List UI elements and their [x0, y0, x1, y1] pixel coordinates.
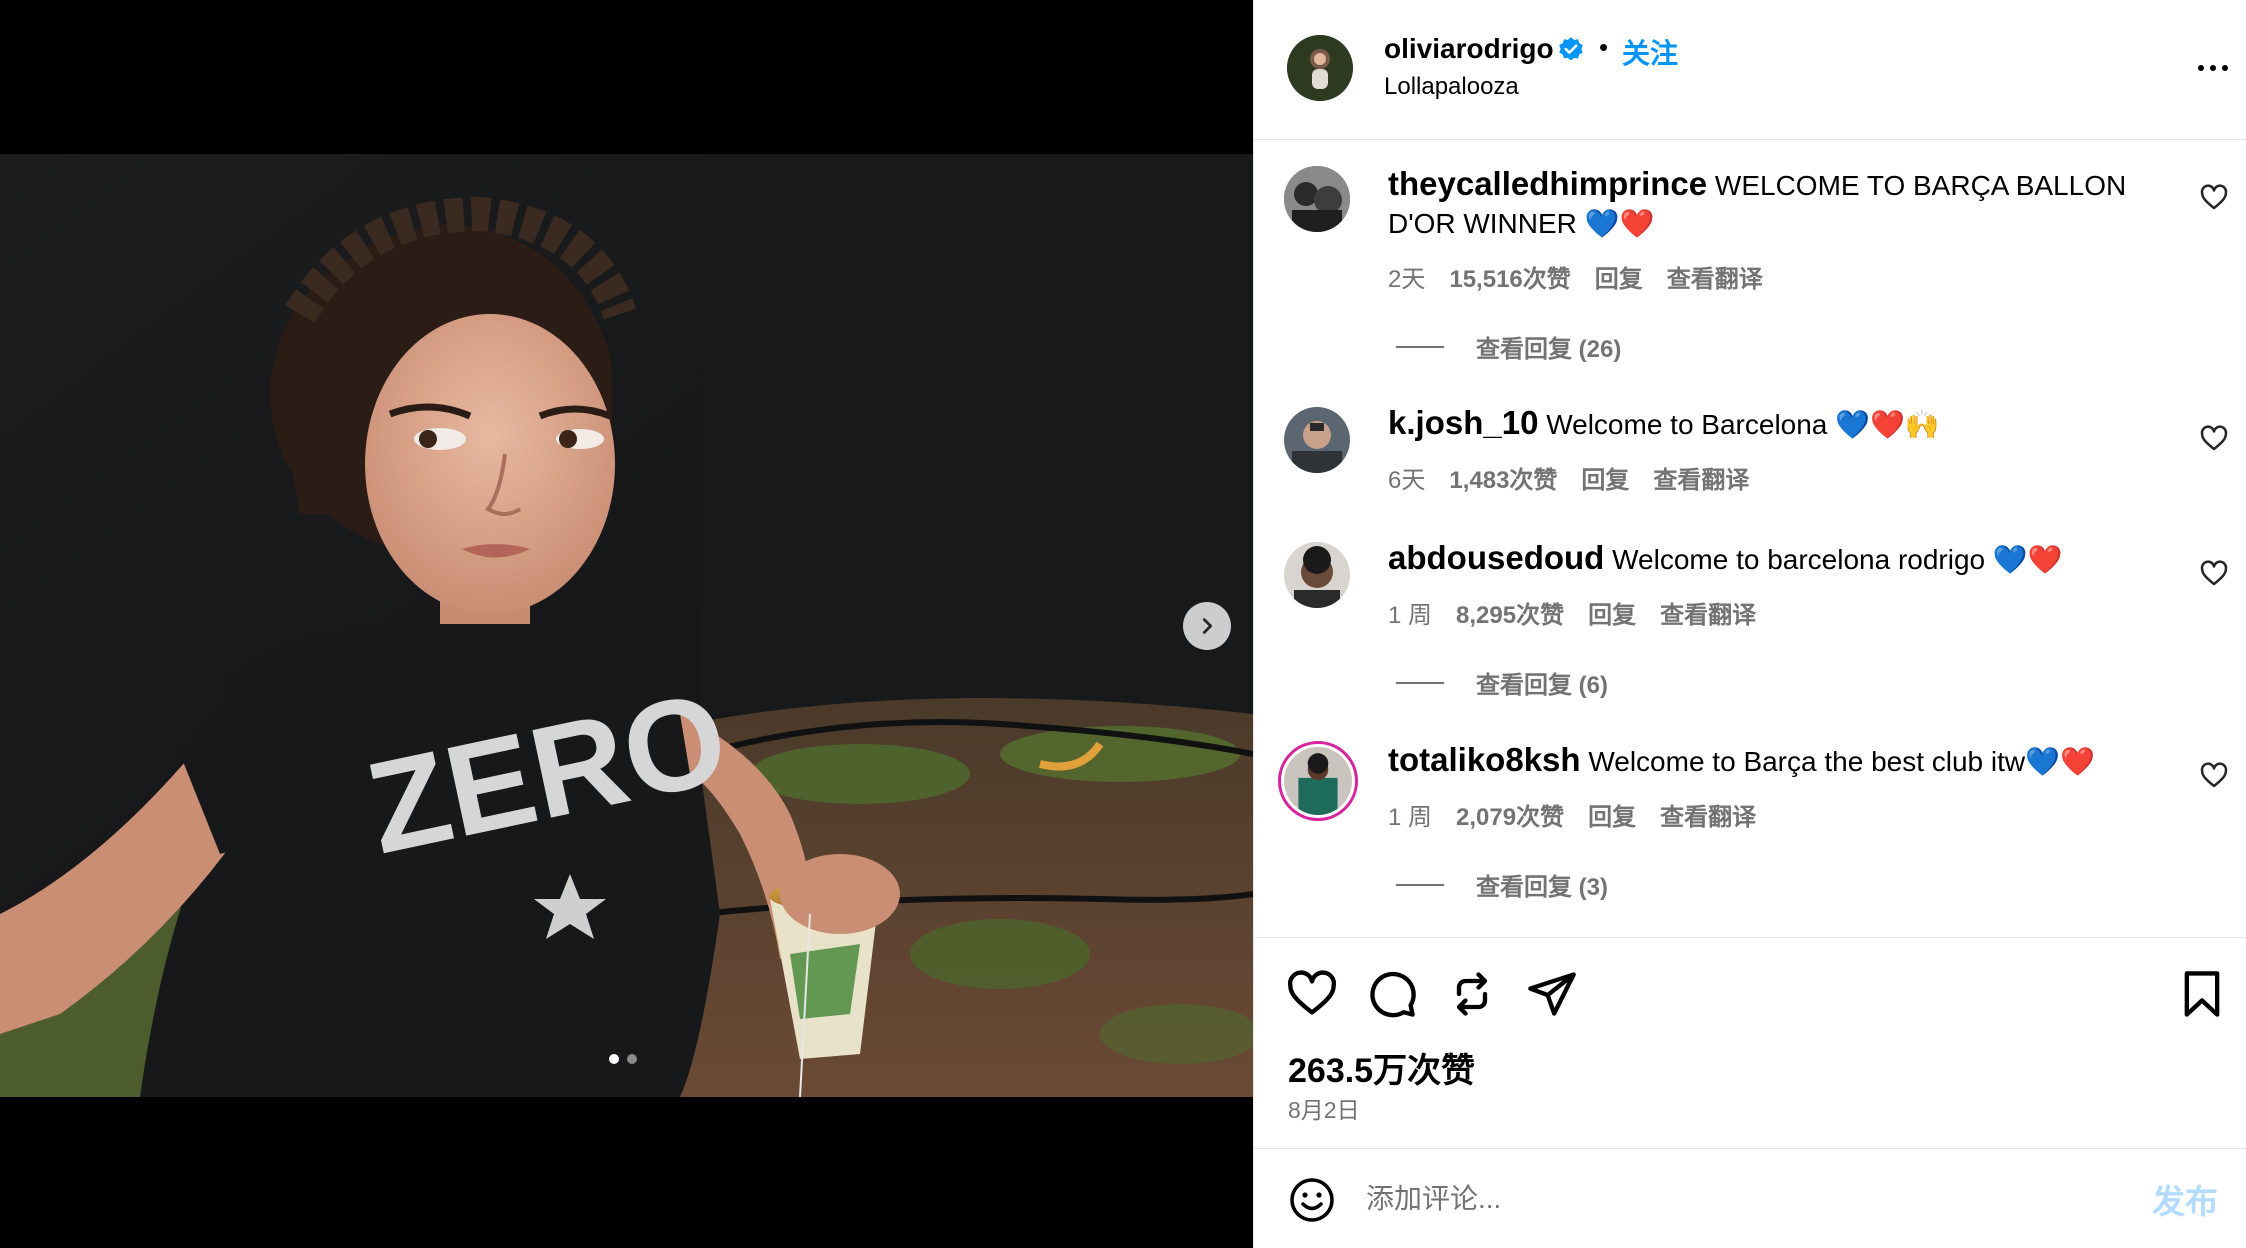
carousel-dot-2	[627, 1054, 637, 1064]
more-dot	[2210, 65, 2216, 71]
comment-like-heart-icon[interactable]	[2199, 424, 2229, 454]
chevron-right-icon	[1202, 618, 1213, 634]
author-avatar-image	[1287, 35, 1353, 101]
comment-likes[interactable]: 1,483次赞	[1449, 460, 1557, 495]
comment-input[interactable]	[1366, 1179, 2046, 1219]
comment-translate-button[interactable]: 查看翻译	[1653, 460, 1749, 495]
commenter-avatar-story-ring[interactable]	[1278, 741, 1358, 821]
comment-username[interactable]: totaliko8ksh	[1388, 741, 1581, 778]
post-panel: oliviarodrigo • 关注 Lollapalooza theycall…	[1253, 0, 2246, 1248]
comment-list: theycalledhimprince WELCOME TO BARÇA BAL…	[1254, 141, 2246, 937]
replies-line	[1396, 883, 1444, 886]
comment-likes[interactable]: 15,516次赞	[1449, 259, 1570, 294]
commenter-avatar[interactable]	[1284, 542, 1350, 608]
comment-username[interactable]: k.josh_10	[1388, 404, 1538, 441]
comment-text: Welcome to Barcelona 💙❤️🙌	[1546, 409, 1940, 440]
more-options-icon[interactable]	[2198, 56, 2234, 80]
post-location[interactable]: Lollapalooza	[1384, 73, 1519, 101]
comment-meta: 6天 1,483次赞 回复 查看翻译	[1388, 460, 1749, 495]
commenter-avatar-image	[1284, 407, 1350, 473]
comment-age[interactable]: 2天	[1388, 259, 1425, 294]
commenter-avatar[interactable]	[1284, 407, 1350, 473]
post-photo: ZERO	[0, 154, 1253, 1097]
post-actions: 263.5万次赞 8月2日	[1254, 937, 2246, 1148]
more-dot	[2222, 65, 2228, 71]
comment-text: Welcome to barcelona rodrigo 💙❤️	[1612, 544, 2063, 575]
emoji-icon[interactable]	[1288, 1176, 1336, 1224]
carousel-next-button[interactable]	[1183, 602, 1231, 650]
comment-icon[interactable]	[1366, 968, 1418, 1020]
view-replies-button[interactable]: 查看回复 (6)	[1396, 665, 1608, 700]
comment-text: Welcome to Barça the best club itw💙❤️	[1588, 746, 2095, 777]
commenter-avatar[interactable]	[1284, 166, 1350, 232]
comment-reply-button[interactable]: 回复	[1581, 460, 1629, 495]
comment-reply-button[interactable]: 回复	[1595, 259, 1643, 294]
comment-age[interactable]: 6天	[1388, 460, 1425, 495]
comment-like-heart-icon[interactable]	[2199, 761, 2229, 791]
comment-composer: 发布	[1254, 1148, 2246, 1248]
comment-username[interactable]: theycalledhimprince	[1388, 165, 1707, 202]
more-dot	[2198, 65, 2204, 71]
commenter-avatar-image	[1284, 542, 1350, 608]
repost-icon[interactable]	[1446, 968, 1498, 1020]
comment-likes[interactable]: 8,295次赞	[1456, 595, 1564, 630]
view-replies-button[interactable]: 查看回复 (26)	[1396, 329, 1621, 364]
carousel-indicator	[609, 1054, 637, 1064]
post-date[interactable]: 8月2日	[1288, 1091, 1360, 1125]
carousel-dot-1	[609, 1054, 619, 1064]
comment-like-heart-icon[interactable]	[2199, 559, 2229, 589]
media-viewer: ZERO	[0, 0, 1253, 1248]
comment-translate-button[interactable]: 查看翻译	[1660, 797, 1756, 832]
view-replies-label: 查看回复 (3)	[1476, 874, 1608, 901]
bookmark-icon[interactable]	[2176, 968, 2228, 1020]
verified-badge-icon	[1559, 37, 1583, 61]
follow-button[interactable]: 关注	[1622, 32, 1678, 72]
comment-meta: 1 周 2,079次赞 回复 查看翻译	[1388, 797, 1756, 832]
commenter-avatar-image	[1284, 166, 1350, 232]
post-comment-button[interactable]: 发布	[2152, 1175, 2218, 1223]
author-avatar[interactable]	[1287, 35, 1353, 101]
post-header: oliviarodrigo • 关注 Lollapalooza	[1254, 0, 2246, 140]
comment-like-heart-icon[interactable]	[2199, 183, 2229, 213]
view-replies-button[interactable]: 查看回复 (3)	[1396, 867, 1608, 902]
comment-meta: 2天 15,516次赞 回复 查看翻译	[1388, 259, 1763, 294]
post-likes-count[interactable]: 263.5万次赞	[1288, 1043, 1475, 1092]
author-username[interactable]: oliviarodrigo	[1384, 33, 1554, 65]
view-replies-label: 查看回复 (26)	[1476, 336, 1622, 363]
post-photo-illustration: ZERO	[0, 154, 1253, 1097]
comment-translate-button[interactable]: 查看翻译	[1660, 595, 1756, 630]
commenter-avatar-image	[1284, 747, 1352, 815]
share-icon[interactable]	[1526, 968, 1578, 1020]
replies-line	[1396, 681, 1444, 684]
comment-username[interactable]: abdousedoud	[1388, 539, 1604, 576]
comment-body: k.josh_10 Welcome to Barcelona 💙❤️🙌	[1388, 404, 2148, 444]
comment-age[interactable]: 1 周	[1388, 797, 1432, 832]
comment-body: abdousedoud Welcome to barcelona rodrigo…	[1388, 539, 2148, 579]
header-separator: •	[1599, 32, 1609, 62]
comment-reply-button[interactable]: 回复	[1588, 797, 1636, 832]
comment-age[interactable]: 1 周	[1388, 595, 1432, 630]
comment-likes[interactable]: 2,079次赞	[1456, 797, 1564, 832]
comment-translate-button[interactable]: 查看翻译	[1667, 259, 1763, 294]
comment-reply-button[interactable]: 回复	[1588, 595, 1636, 630]
view-replies-label: 查看回复 (6)	[1476, 672, 1608, 699]
comment-meta: 1 周 8,295次赞 回复 查看翻译	[1388, 595, 1756, 630]
heart-icon[interactable]	[1286, 968, 1338, 1020]
comment-body: totaliko8ksh Welcome to Barça the best c…	[1388, 741, 2148, 781]
comment-body: theycalledhimprince WELCOME TO BARÇA BAL…	[1388, 165, 2148, 243]
replies-line	[1396, 345, 1444, 348]
